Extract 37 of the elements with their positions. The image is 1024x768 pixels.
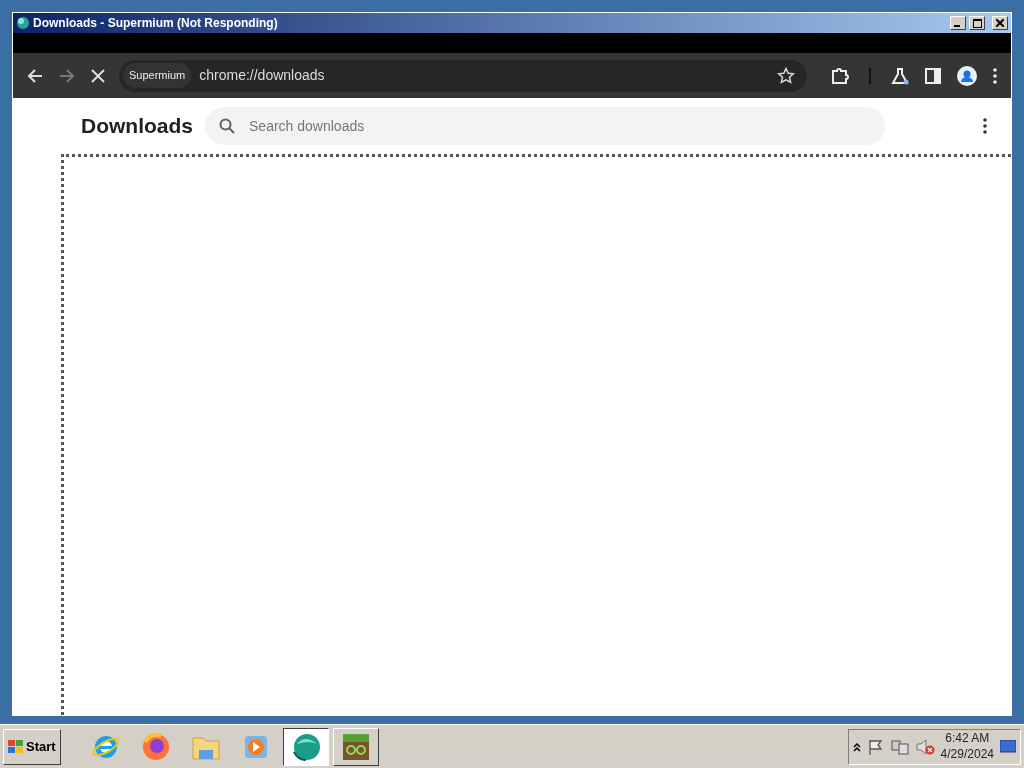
site-chip[interactable]: Supermium — [123, 63, 192, 88]
clock-time[interactable]: 6:42 AM — [940, 730, 994, 747]
close-button[interactable] — [992, 16, 1008, 30]
more-icon — [993, 67, 997, 84]
page-heading: Downloads — [81, 113, 193, 139]
flag-icon[interactable] — [866, 737, 885, 756]
back-arrow-icon — [27, 67, 43, 84]
network-icon[interactable] — [890, 737, 909, 756]
flask-icon — [891, 66, 909, 85]
more-icon — [983, 118, 987, 134]
chevron-up-icon[interactable] — [852, 741, 861, 752]
windows-logo-icon — [8, 739, 24, 754]
puzzle-icon — [831, 66, 849, 85]
search-bar[interactable]: Search downloads — [205, 107, 885, 145]
minimize-button[interactable] — [950, 16, 966, 30]
taskbar-app-button[interactable] — [282, 727, 329, 766]
show-desktop-icon[interactable] — [1000, 739, 1016, 754]
avatar-icon — [957, 65, 977, 86]
speaker-muted-icon[interactable] — [914, 737, 935, 756]
clock-date[interactable]: 4/29/2024 — [940, 746, 994, 763]
search-field[interactable]: Search downloads — [247, 114, 871, 138]
fox-globe-icon — [140, 731, 171, 762]
maximize-icon — [972, 18, 982, 28]
star-icon[interactable] — [777, 66, 795, 85]
close-icon — [91, 68, 105, 83]
search-icon — [219, 118, 235, 134]
url-text: chrome://downloads — [199, 66, 326, 85]
globe-bubble-icon — [290, 731, 321, 762]
app-icon — [16, 16, 30, 30]
grass-block-icon — [340, 731, 371, 762]
window-title: Downloads - Supermium (Not Responding) — [33, 15, 279, 32]
maximize-button[interactable] — [969, 16, 985, 30]
address-bar[interactable]: Supermium chrome://downloads — [119, 59, 807, 92]
forward-arrow-icon — [59, 67, 75, 84]
start-button[interactable]: Start — [3, 728, 61, 765]
close-icon — [996, 19, 1004, 27]
side-panel-icon — [925, 67, 941, 84]
